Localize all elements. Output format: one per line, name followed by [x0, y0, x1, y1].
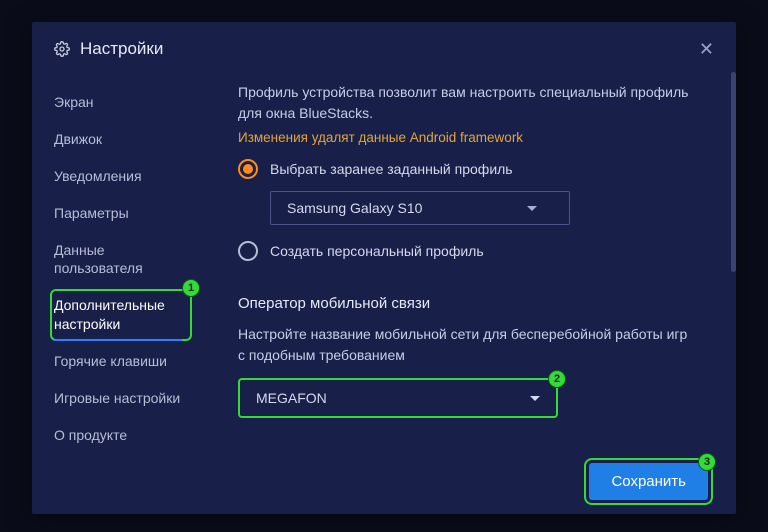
modal-body: Экран Движок Уведомления Параметры Данны… [32, 72, 736, 514]
sidebar-item-engine[interactable]: Движок [32, 121, 210, 158]
save-button-wrapper: Сохранить 3 [589, 463, 708, 500]
radio-custom-row[interactable]: Создать персональный профиль [238, 241, 698, 261]
footer: Сохранить 3 [589, 463, 708, 500]
modal-header: Настройки ✕ [32, 22, 736, 72]
sidebar-item-hotkeys[interactable]: Горячие клавиши [32, 343, 210, 380]
chevron-down-icon [530, 396, 540, 401]
gear-icon [54, 41, 70, 57]
device-profile-select[interactable]: Samsung Galaxy S10 [270, 191, 570, 225]
save-button[interactable]: Сохранить [589, 463, 708, 500]
operator-selected: MEGAFON [256, 390, 327, 406]
radio-preset-label: Выбрать заранее заданный профиль [270, 161, 513, 177]
scroll-inner: Профиль устройства позволит вам настроит… [238, 72, 698, 418]
sidebar-item-game-settings[interactable]: Игровые настройки [32, 380, 210, 417]
radio-button-unselected-icon [238, 241, 258, 261]
sidebar-item-label: Дополнительные настройки [54, 297, 165, 332]
sidebar-item-about[interactable]: О продукте [32, 417, 210, 454]
radio-custom-label: Создать персональный профиль [270, 243, 484, 259]
operator-select-wrapper: MEGAFON 2 [238, 378, 558, 418]
sidebar-item-advanced[interactable]: Дополнительные настройки 1 [32, 287, 210, 343]
operator-select[interactable]: MEGAFON [238, 378, 558, 418]
annotation-badge-3: 3 [698, 453, 716, 471]
device-profile-selected: Samsung Galaxy S10 [287, 200, 422, 216]
radio-preset-row[interactable]: Выбрать заранее заданный профиль [238, 159, 698, 179]
device-profile-desc: Профиль устройства позволит вам настроит… [238, 82, 698, 124]
annotation-badge-1: 1 [182, 279, 200, 297]
close-icon[interactable]: ✕ [695, 36, 718, 62]
sidebar-item-userdata[interactable]: Данные пользователя [32, 232, 210, 288]
modal-title: Настройки [80, 39, 163, 59]
content-panel: Профиль устройства позволит вам настроит… [210, 72, 736, 514]
device-profile-warning: Изменения удалят данные Android framewor… [238, 130, 698, 145]
sidebar-item-parameters[interactable]: Параметры [32, 195, 210, 232]
sidebar-item-screen[interactable]: Экран [32, 84, 210, 121]
operator-heading: Оператор мобильной связи [238, 295, 698, 312]
header-left: Настройки [54, 39, 163, 59]
scrollbar[interactable] [731, 72, 736, 272]
radio-button-selected-icon [238, 159, 258, 179]
sidebar: Экран Движок Уведомления Параметры Данны… [32, 72, 210, 514]
chevron-down-icon [527, 206, 537, 211]
settings-modal: Настройки ✕ Экран Движок Уведомления Пар… [32, 22, 736, 514]
annotation-badge-2: 2 [548, 370, 566, 388]
sidebar-item-notifications[interactable]: Уведомления [32, 158, 210, 195]
operator-desc: Настройте название мобильной сети для бе… [238, 324, 698, 366]
